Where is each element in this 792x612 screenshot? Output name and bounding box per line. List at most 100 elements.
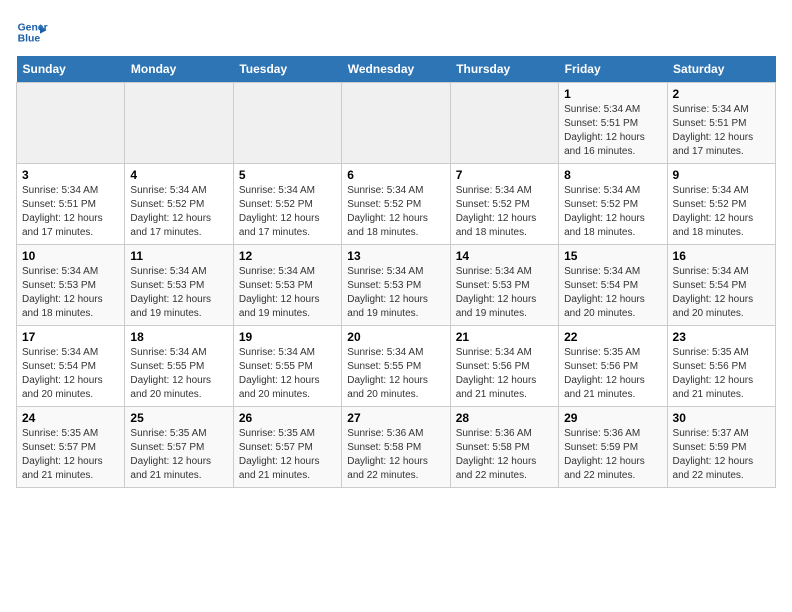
weekday-header-sunday: Sunday: [17, 56, 125, 83]
day-number: 22: [564, 330, 661, 344]
day-number: 18: [130, 330, 227, 344]
day-number: 25: [130, 411, 227, 425]
calendar-cell: 28 Sunrise: 5:36 AMSunset: 5:58 PMDayligh…: [450, 407, 558, 488]
calendar-cell: 2 Sunrise: 5:34 AMSunset: 5:51 PMDaylight…: [667, 83, 775, 164]
calendar-cell: 7 Sunrise: 5:34 AMSunset: 5:52 PMDaylight…: [450, 164, 558, 245]
calendar-cell: 25Sunrise: 5:35 AMSunset: 5:57 PMDayligh…: [125, 407, 233, 488]
day-number: 1: [564, 87, 661, 101]
weekday-header-monday: Monday: [125, 56, 233, 83]
calendar-cell: [125, 83, 233, 164]
day-info: Sunrise: 5:34 AMSunset: 5:53 PMDaylight:…: [22, 265, 119, 321]
page-header: General Blue: [16, 16, 776, 48]
calendar-cell: 5 Sunrise: 5:34 AMSunset: 5:52 PMDaylight…: [233, 164, 341, 245]
day-info: Sunrise: 5:35 AMSunset: 5:56 PMDaylight:…: [673, 346, 770, 402]
day-info: Sunrise: 5:34 AMSunset: 5:53 PMDaylight:…: [239, 265, 336, 321]
weekday-header-tuesday: Tuesday: [233, 56, 341, 83]
day-number: 9: [673, 168, 770, 182]
calendar-week-row: 24 Sunrise: 5:35 AMSunset: 5:57 PMDayligh…: [17, 407, 776, 488]
day-info: Sunrise: 5:34 AMSunset: 5:52 PMDaylight:…: [564, 184, 661, 240]
logo-icon: General Blue: [16, 16, 48, 48]
calendar-cell: 21Sunrise: 5:34 AMSunset: 5:56 PMDayligh…: [450, 326, 558, 407]
calendar-cell: 1Sunrise: 5:34 AMSunset: 5:51 PMDaylight…: [559, 83, 667, 164]
day-number: 26: [239, 411, 336, 425]
calendar-cell: 6 Sunrise: 5:34 AMSunset: 5:52 PMDaylight…: [342, 164, 450, 245]
day-info: Sunrise: 5:37 AMSunset: 5:59 PMDaylight:…: [673, 427, 770, 483]
calendar-cell: 24 Sunrise: 5:35 AMSunset: 5:57 PMDayligh…: [17, 407, 125, 488]
day-number: 4: [130, 168, 227, 182]
calendar-cell: 17 Sunrise: 5:34 AMSunset: 5:54 PMDayligh…: [17, 326, 125, 407]
calendar-cell: 27 Sunrise: 5:36 AMSunset: 5:58 PMDayligh…: [342, 407, 450, 488]
day-info: Sunrise: 5:34 AMSunset: 5:54 PMDaylight:…: [564, 265, 661, 321]
calendar-cell: 14Sunrise: 5:34 AMSunset: 5:53 PMDayligh…: [450, 245, 558, 326]
calendar-cell: 26 Sunrise: 5:35 AMSunset: 5:57 PMDayligh…: [233, 407, 341, 488]
day-info: Sunrise: 5:34 AMSunset: 5:54 PMDaylight:…: [22, 346, 119, 402]
calendar-cell: 13 Sunrise: 5:34 AMSunset: 5:53 PMDayligh…: [342, 245, 450, 326]
day-number: 12: [239, 249, 336, 263]
day-number: 2: [673, 87, 770, 101]
calendar-header: SundayMondayTuesdayWednesdayThursdayFrid…: [17, 56, 776, 83]
calendar-cell: 22Sunrise: 5:35 AMSunset: 5:56 PMDayligh…: [559, 326, 667, 407]
day-number: 17: [22, 330, 119, 344]
day-info: Sunrise: 5:36 AMSunset: 5:59 PMDaylight:…: [564, 427, 661, 483]
calendar-week-row: 10 Sunrise: 5:34 AMSunset: 5:53 PMDayligh…: [17, 245, 776, 326]
day-info: Sunrise: 5:34 AMSunset: 5:51 PMDaylight:…: [673, 103, 770, 159]
day-number: 5: [239, 168, 336, 182]
day-number: 19: [239, 330, 336, 344]
day-number: 7: [456, 168, 553, 182]
weekday-header-saturday: Saturday: [667, 56, 775, 83]
calendar-cell: 18Sunrise: 5:34 AMSunset: 5:55 PMDayligh…: [125, 326, 233, 407]
day-info: Sunrise: 5:36 AMSunset: 5:58 PMDaylight:…: [347, 427, 444, 483]
day-number: 15: [564, 249, 661, 263]
day-info: Sunrise: 5:34 AMSunset: 5:53 PMDaylight:…: [130, 265, 227, 321]
day-number: 24: [22, 411, 119, 425]
day-info: Sunrise: 5:35 AMSunset: 5:57 PMDaylight:…: [22, 427, 119, 483]
day-number: 8: [564, 168, 661, 182]
calendar-cell: [17, 83, 125, 164]
calendar-cell: 8 Sunrise: 5:34 AMSunset: 5:52 PMDaylight…: [559, 164, 667, 245]
day-info: Sunrise: 5:36 AMSunset: 5:58 PMDaylight:…: [456, 427, 553, 483]
calendar-cell: 9Sunrise: 5:34 AMSunset: 5:52 PMDaylight…: [667, 164, 775, 245]
calendar-body: 1 Sunrise: 5:34 AMSunset: 5:51 PMDaylight…: [17, 83, 776, 488]
calendar-cell: [342, 83, 450, 164]
calendar-table: SundayMondayTuesdayWednesdayThursdayFrid…: [16, 56, 776, 488]
day-info: Sunrise: 5:34 AMSunset: 5:52 PMDaylight:…: [456, 184, 553, 240]
weekday-header-friday: Friday: [559, 56, 667, 83]
calendar-cell: 12 Sunrise: 5:34 AMSunset: 5:53 PMDayligh…: [233, 245, 341, 326]
day-number: 14: [456, 249, 553, 263]
day-number: 23: [673, 330, 770, 344]
calendar-cell: 20Sunrise: 5:34 AMSunset: 5:55 PMDayligh…: [342, 326, 450, 407]
calendar-cell: 29 Sunrise: 5:36 AMSunset: 5:59 PMDayligh…: [559, 407, 667, 488]
day-number: 27: [347, 411, 444, 425]
svg-text:Blue: Blue: [18, 34, 41, 45]
calendar-cell: 23 Sunrise: 5:35 AMSunset: 5:56 PMDayligh…: [667, 326, 775, 407]
day-number: 11: [130, 249, 227, 263]
day-info: Sunrise: 5:34 AMSunset: 5:53 PMDaylight:…: [347, 265, 444, 321]
day-info: Sunrise: 5:35 AMSunset: 5:57 PMDaylight:…: [239, 427, 336, 483]
weekday-header-thursday: Thursday: [450, 56, 558, 83]
day-number: 3: [22, 168, 119, 182]
calendar-cell: 11 Sunrise: 5:34 AMSunset: 5:53 PMDayligh…: [125, 245, 233, 326]
day-info: Sunrise: 5:34 AMSunset: 5:52 PMDaylight:…: [347, 184, 444, 240]
day-number: 16: [673, 249, 770, 263]
calendar-cell: 30Sunrise: 5:37 AMSunset: 5:59 PMDayligh…: [667, 407, 775, 488]
calendar-week-row: 3 Sunrise: 5:34 AMSunset: 5:51 PMDaylight…: [17, 164, 776, 245]
day-number: 21: [456, 330, 553, 344]
day-info: Sunrise: 5:34 AMSunset: 5:55 PMDaylight:…: [239, 346, 336, 402]
day-number: 13: [347, 249, 444, 263]
day-info: Sunrise: 5:34 AMSunset: 5:54 PMDaylight:…: [673, 265, 770, 321]
day-number: 10: [22, 249, 119, 263]
calendar-cell: 3 Sunrise: 5:34 AMSunset: 5:51 PMDaylight…: [17, 164, 125, 245]
calendar-week-row: 17 Sunrise: 5:34 AMSunset: 5:54 PMDayligh…: [17, 326, 776, 407]
day-number: 6: [347, 168, 444, 182]
calendar-cell: 19 Sunrise: 5:34 AMSunset: 5:55 PMDayligh…: [233, 326, 341, 407]
calendar-week-row: 1 Sunrise: 5:34 AMSunset: 5:51 PMDaylight…: [17, 83, 776, 164]
calendar-cell: [450, 83, 558, 164]
logo: General Blue: [16, 16, 48, 48]
calendar-cell: 16 Sunrise: 5:34 AMSunset: 5:54 PMDayligh…: [667, 245, 775, 326]
day-info: Sunrise: 5:34 AMSunset: 5:51 PMDaylight:…: [22, 184, 119, 240]
day-info: Sunrise: 5:34 AMSunset: 5:52 PMDaylight:…: [239, 184, 336, 240]
day-number: 29: [564, 411, 661, 425]
calendar-cell: 10 Sunrise: 5:34 AMSunset: 5:53 PMDayligh…: [17, 245, 125, 326]
day-info: Sunrise: 5:34 AMSunset: 5:52 PMDaylight:…: [130, 184, 227, 240]
day-number: 28: [456, 411, 553, 425]
